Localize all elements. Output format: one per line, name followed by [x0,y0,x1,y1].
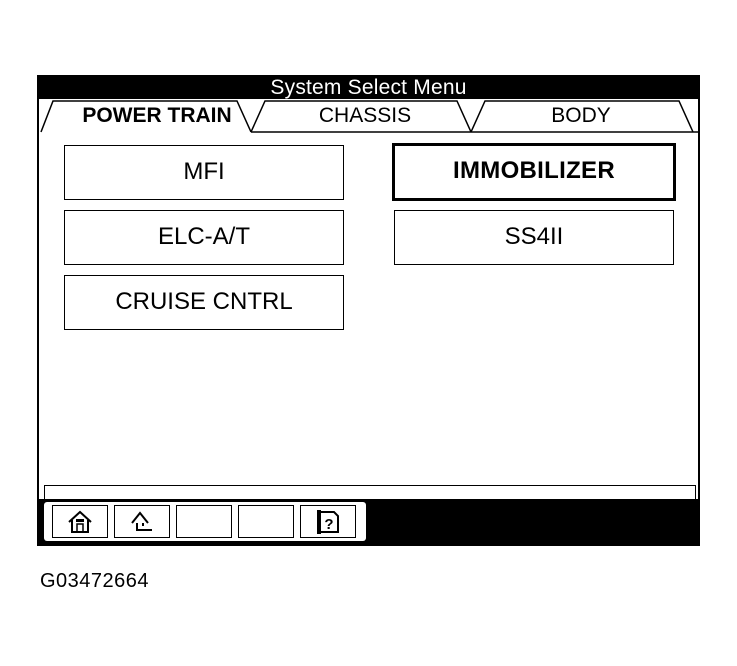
home-icon [68,510,92,533]
tab-chassis[interactable]: CHASSIS [269,99,461,131]
tab-power-train[interactable]: POWER TRAIN [61,99,253,131]
toolbar-button-4[interactable] [238,505,294,538]
window-title: System Select Menu [39,77,698,99]
back-arrow-icon [131,510,152,531]
bottom-toolbar: ? [39,499,698,544]
tab-bar: POWER TRAIN CHASSIS BODY [39,99,698,133]
figure-caption: G03472664 [40,570,150,592]
help-icon: ? [317,509,339,534]
cruise-control-button[interactable]: CRUISE CNTRL [64,275,344,330]
help-button[interactable]: ? [300,505,356,538]
toolbar-tray: ? [44,502,366,541]
scan-tool-screen: System Select Menu POWER TRAIN CHASSIS B… [37,75,700,546]
immobilizer-button[interactable]: IMMOBILIZER [392,143,676,201]
back-button[interactable] [114,505,170,538]
mfi-button[interactable]: MFI [64,145,344,200]
svg-text:?: ? [324,516,333,533]
ss4ii-button[interactable]: SS4II [394,210,674,265]
tab-body[interactable]: BODY [485,99,677,131]
elc-at-button[interactable]: ELC-A/T [64,210,344,265]
status-strip [44,485,696,499]
home-button[interactable] [52,505,108,538]
toolbar-button-3[interactable] [176,505,232,538]
